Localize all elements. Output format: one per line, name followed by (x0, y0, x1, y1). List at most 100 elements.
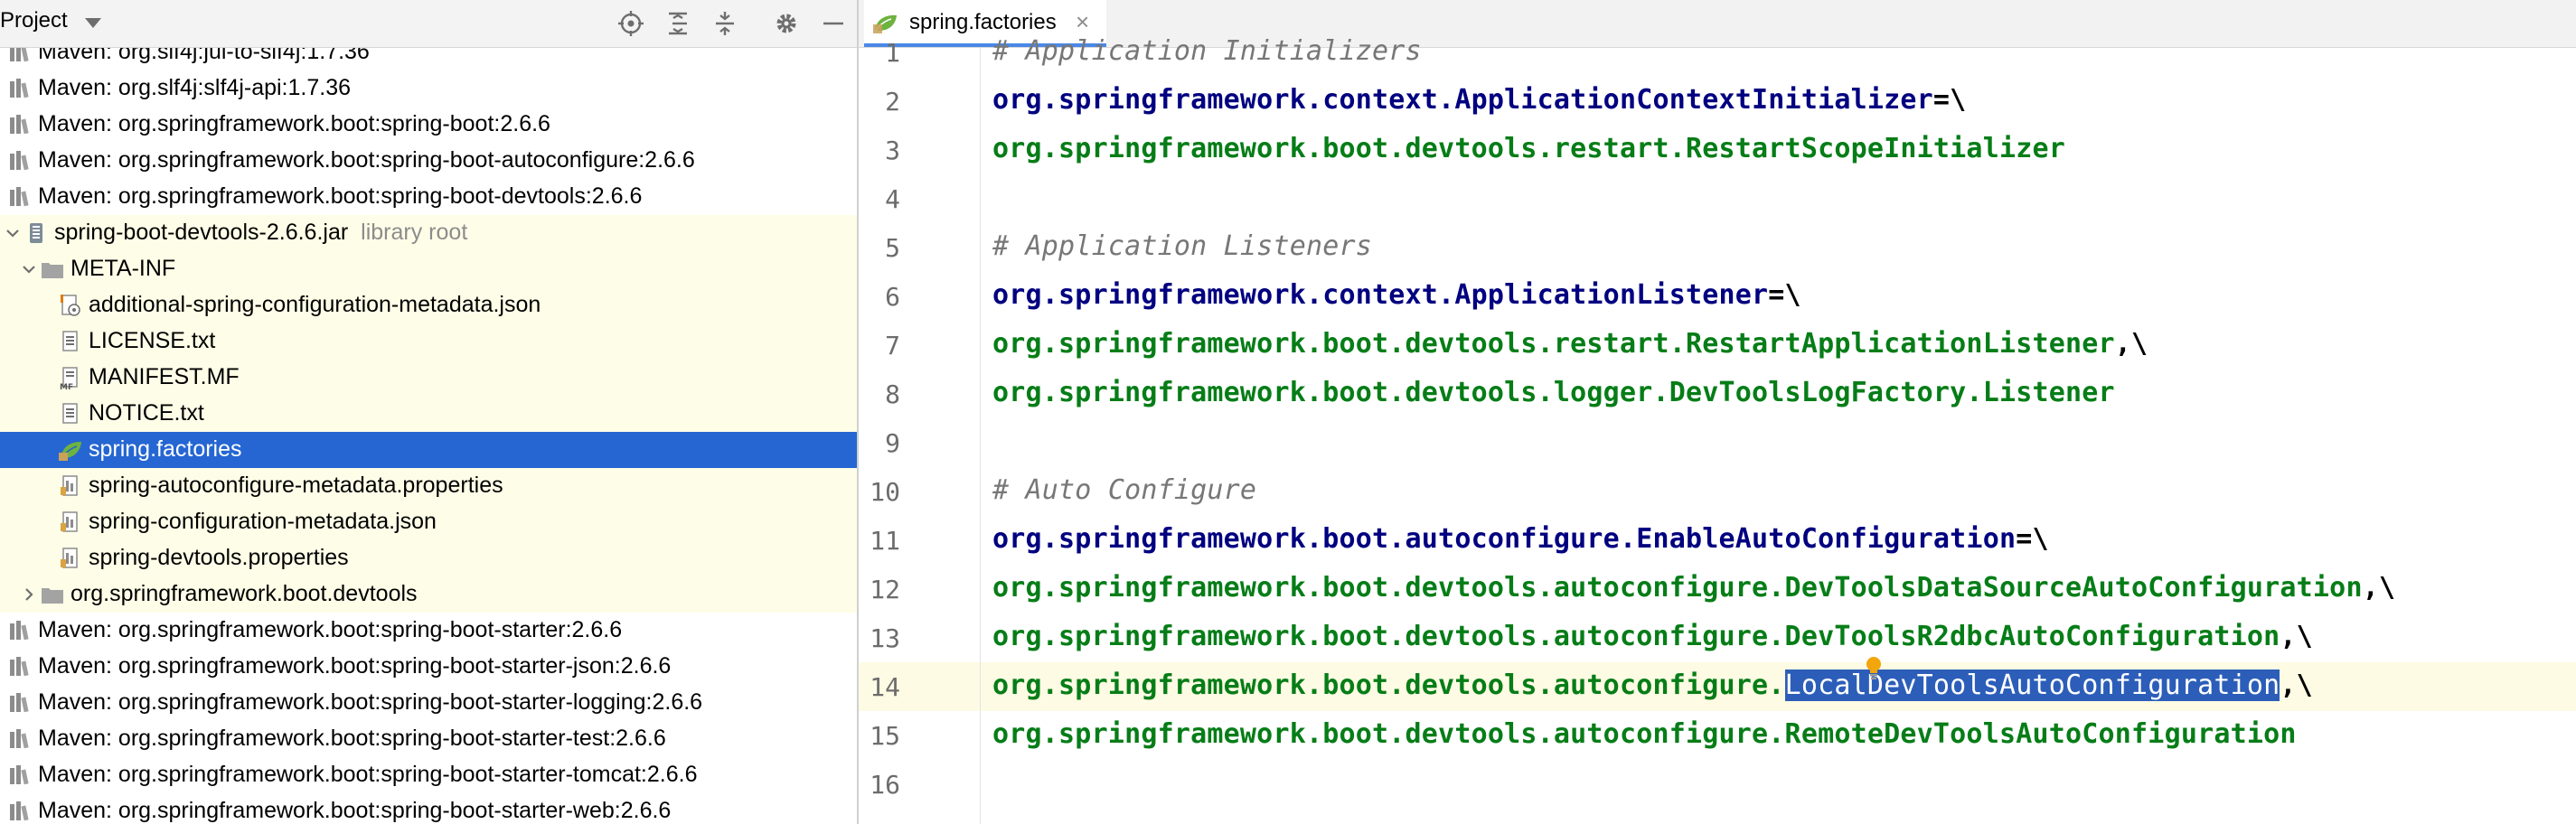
collapse-all-icon[interactable] (710, 9, 739, 38)
gutter-line: 13 (859, 613, 980, 662)
library-icon (7, 690, 33, 716)
tree-item-label: Maven: org.springframework.boot:spring-b… (38, 147, 695, 173)
tree-item[interactable]: NOTICE.txt (0, 396, 857, 432)
tree-item[interactable]: Maven: org.springframework.boot:spring-b… (0, 757, 857, 793)
tree-item[interactable]: Maven: org.springframework.boot:spring-b… (0, 793, 857, 824)
gear-icon[interactable] (772, 9, 801, 38)
gutter-line: 11 (859, 516, 980, 565)
code-line[interactable]: org.springframework.context.ApplicationC… (981, 77, 2576, 126)
code-token: =\ (1768, 279, 1801, 311)
minimize-icon[interactable] (819, 9, 848, 38)
code-area[interactable]: # Application Initializers org.springfram… (981, 35, 2576, 824)
code-token: org.springframework.boot.devtools.autoco… (992, 718, 2297, 750)
code-line[interactable]: # Auto Configure (981, 467, 2576, 516)
code-line[interactable]: org.springframework.boot.devtools.restar… (981, 126, 2576, 174)
tree-item[interactable]: spring-devtools.properties (0, 540, 857, 576)
tree-item[interactable]: Maven: org.springframework.boot:spring-b… (0, 107, 857, 143)
folder-icon (40, 582, 65, 607)
code-token: org.springframework.boot.devtools.autoco… (992, 670, 1785, 701)
code-line[interactable] (981, 760, 2576, 809)
tree-item-selected[interactable]: spring.factories (0, 432, 857, 468)
library-icon (7, 184, 33, 210)
chevron-down-icon[interactable] (85, 18, 101, 28)
manifest-icon: MF (58, 365, 83, 392)
library-icon (7, 76, 33, 101)
tree-item[interactable]: MF MANIFEST.MF (0, 360, 857, 396)
line-number: 16 (870, 770, 900, 800)
code-line[interactable]: # Application Initializers (981, 28, 2576, 77)
code-text: org.springframework.boot.devtools.restar… (992, 328, 2148, 360)
gutter-line: 1 (859, 28, 980, 77)
tree-item[interactable]: spring-autoconfigure-metadata.properties (0, 468, 857, 504)
gutter-line: 6 (859, 272, 980, 321)
chevron-down-icon[interactable] (20, 260, 38, 278)
tree-item[interactable]: Maven: org.slf4j:slf4j-api:1.7.36 (0, 70, 857, 107)
code-line[interactable]: org.springframework.boot.devtools.restar… (981, 321, 2576, 370)
tree-item[interactable]: LICENSE.txt (0, 323, 857, 360)
code-token: =\ (1932, 84, 1967, 116)
tree-item[interactable]: Maven: org.slf4j:jul-to-slf4j:1.7.36 (0, 48, 857, 70)
code-line-current[interactable]: org.springframework.boot.devtools.autoco… (981, 662, 2576, 711)
tree-item-label: Maven: org.slf4j:jul-to-slf4j:1.7.36 (38, 48, 370, 64)
code-token: ,\ (2362, 572, 2396, 604)
code-line[interactable]: org.springframework.boot.devtools.autoco… (981, 613, 2576, 662)
code-token: org.springframework.boot.devtools.autoco… (992, 621, 2280, 652)
gutter-line: 5 (859, 223, 980, 272)
library-icon (7, 48, 33, 65)
code-line[interactable]: org.springframework.boot.autoconfigure.E… (981, 516, 2576, 565)
code-line[interactable] (981, 418, 2576, 467)
code-token: =\ (2016, 523, 2049, 555)
gutter-line: 14 (859, 662, 980, 711)
code-text: org.springframework.boot.devtools.autoco… (992, 718, 2297, 750)
code-line[interactable]: org.springframework.boot.devtools.autoco… (981, 565, 2576, 613)
tree-item[interactable]: Maven: org.springframework.boot:spring-b… (0, 143, 857, 179)
code-line[interactable]: org.springframework.boot.devtools.autoco… (981, 711, 2576, 760)
tree-item[interactable]: META-INF (0, 251, 857, 287)
code-text: org.springframework.boot.devtools.autoco… (992, 621, 2313, 652)
tree-item-label: Maven: org.springframework.boot:spring-b… (38, 798, 672, 823)
library-icon (7, 618, 33, 643)
code-token: # Application Initializers (992, 35, 1422, 67)
code-token: # Auto Configure (992, 474, 1257, 506)
spring-icon (58, 437, 83, 463)
tree-item[interactable]: Maven: org.springframework.boot:spring-b… (0, 721, 857, 757)
gutter-line: 3 (859, 126, 980, 174)
tree-item-label: Maven: org.springframework.boot:spring-b… (38, 617, 623, 642)
tree-item-label: spring-devtools.properties (89, 545, 349, 570)
tree-item[interactable]: spring-configuration-metadata.json (0, 504, 857, 540)
tree-item[interactable]: org.springframework.boot.devtools (0, 576, 857, 613)
tree-item[interactable]: additional-spring-configuration-metadata… (0, 287, 857, 323)
tree-item-label: spring-configuration-metadata.json (89, 509, 437, 534)
project-header: Project (0, 0, 857, 48)
code-line[interactable]: # Application Listeners (981, 223, 2576, 272)
expand-all-icon[interactable] (663, 9, 692, 38)
project-panel: Project Maven: org.slf4j:jul-to-slf4j:1.… (0, 0, 857, 824)
tree-item-label: Maven: org.springframework.boot:spring-b… (38, 689, 703, 715)
properties-icon (58, 546, 83, 571)
project-title[interactable]: Project (0, 8, 68, 33)
tree-item[interactable]: Maven: org.springframework.boot:spring-b… (0, 179, 857, 215)
line-number: 9 (885, 428, 900, 458)
line-number: 5 (885, 233, 900, 263)
chevron-right-icon[interactable] (20, 585, 38, 604)
lightbulb-icon[interactable] (1864, 655, 1884, 680)
gutter-line: 2 (859, 77, 980, 126)
tree-item-label: LICENSE.txt (89, 328, 216, 353)
locate-icon[interactable] (616, 9, 645, 38)
tree-item[interactable]: spring-boot-devtools-2.6.6.jar library ro… (0, 215, 857, 251)
code-line[interactable]: org.springframework.boot.devtools.logger… (981, 370, 2576, 418)
tree-item-label: additional-spring-configuration-metadata… (89, 292, 541, 317)
code-token: ,\ (2114, 328, 2148, 360)
svg-text:MF: MF (60, 383, 73, 390)
code-text: org.springframework.context.ApplicationC… (992, 84, 1966, 116)
gutter-line: 8 (859, 370, 980, 418)
code-line[interactable]: org.springframework.context.ApplicationL… (981, 272, 2576, 321)
tree-item[interactable]: Maven: org.springframework.boot:spring-b… (0, 685, 857, 721)
tree-item[interactable]: Maven: org.springframework.boot:spring-b… (0, 613, 857, 649)
chevron-down-icon[interactable] (4, 224, 22, 242)
library-icon (7, 763, 33, 788)
tree-item[interactable]: Maven: org.springframework.boot:spring-b… (0, 649, 857, 685)
tree-item-label: NOTICE.txt (89, 400, 204, 426)
code-line[interactable] (981, 174, 2576, 223)
library-icon (7, 799, 33, 824)
